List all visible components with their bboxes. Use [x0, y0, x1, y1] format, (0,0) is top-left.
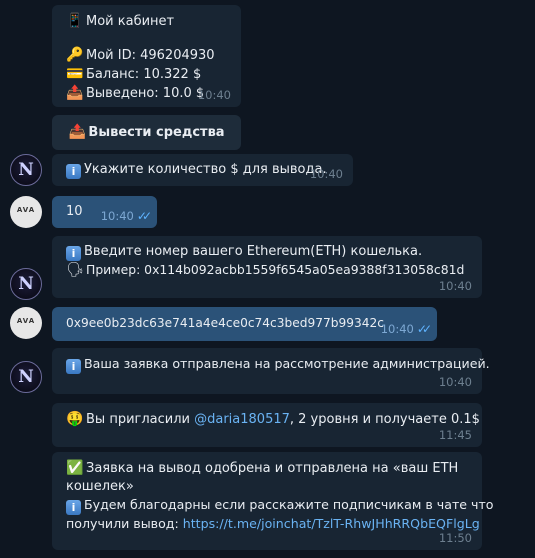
read-checkmarks-icon: ✓✓	[136, 209, 152, 223]
message-time: 11:50	[438, 531, 472, 545]
message-ask-amount: i Укажите количество $ для вывода. 10:40	[52, 154, 353, 186]
bot-avatar[interactable]: N	[10, 154, 42, 186]
message-cabinet: 📱 Мой кабинет 🔑 Мой ID: 496204930 💳 Баланс:…	[52, 5, 241, 107]
message-time: 10:40	[380, 322, 414, 336]
outbox-tray-icon: 📤	[66, 85, 84, 101]
message-user-amount: 10 10:40 ✓✓	[52, 196, 157, 228]
message-request-sent: i Ваша заявка отправлена на рассмотрение …	[52, 348, 490, 394]
withdraw-funds-button[interactable]: 📤 Вывести средства	[52, 115, 241, 150]
message-time: 10:40	[438, 279, 472, 293]
message-time: 10:40	[438, 375, 472, 389]
bot-avatar[interactable]: N	[10, 268, 42, 300]
message-time: 10:40	[197, 88, 231, 102]
user-avatar[interactable]: AVA	[10, 196, 42, 228]
money-card-icon: 💳	[66, 66, 84, 82]
info-icon: i	[66, 500, 81, 515]
message-time: 11:45	[438, 428, 472, 442]
read-checkmarks-icon: ✓✓	[416, 322, 432, 336]
outbox-tray-icon: 📤	[68, 124, 87, 140]
user-avatar[interactable]: AVA	[10, 307, 42, 339]
message-invite: 🤑 Вы пригласили @daria180517, 2 уровня и …	[52, 403, 482, 447]
message-time: 10:40	[100, 209, 134, 223]
message-time: 10:40	[309, 167, 343, 181]
speech-bubble-icon: 🗣	[66, 262, 84, 278]
bot-avatar[interactable]: N	[10, 361, 42, 393]
info-icon: i	[66, 164, 81, 179]
key-icon: 🔑	[66, 47, 84, 63]
money-face-icon: 🤑	[66, 411, 84, 427]
info-icon: i	[66, 246, 81, 261]
cabinet-title: 📱 Мой кабинет	[66, 13, 175, 29]
phone-icon: 📱	[66, 13, 84, 29]
cabinet-balance: 💳 Баланс: 10.322 $	[66, 66, 202, 82]
message-approved: ✅ Заявка на вывод одобрена и отправлена н…	[52, 452, 494, 550]
mention-link[interactable]: @daria180517	[194, 412, 290, 427]
message-ask-wallet: i Введите номер вашего Ethereum(ETH) коше…	[52, 236, 482, 298]
joinchat-link[interactable]: https://t.me/joinchat/TzlT-RhwJHhRRQbEQF…	[183, 516, 480, 531]
message-user-wallet: 0x9ee0b23dc63e741a4e4ce0c74c3bed977b9934…	[52, 307, 437, 341]
info-icon: i	[66, 359, 81, 374]
cabinet-id: 🔑 Мой ID: 496204930	[66, 47, 215, 63]
check-mark-icon: ✅	[66, 460, 84, 476]
